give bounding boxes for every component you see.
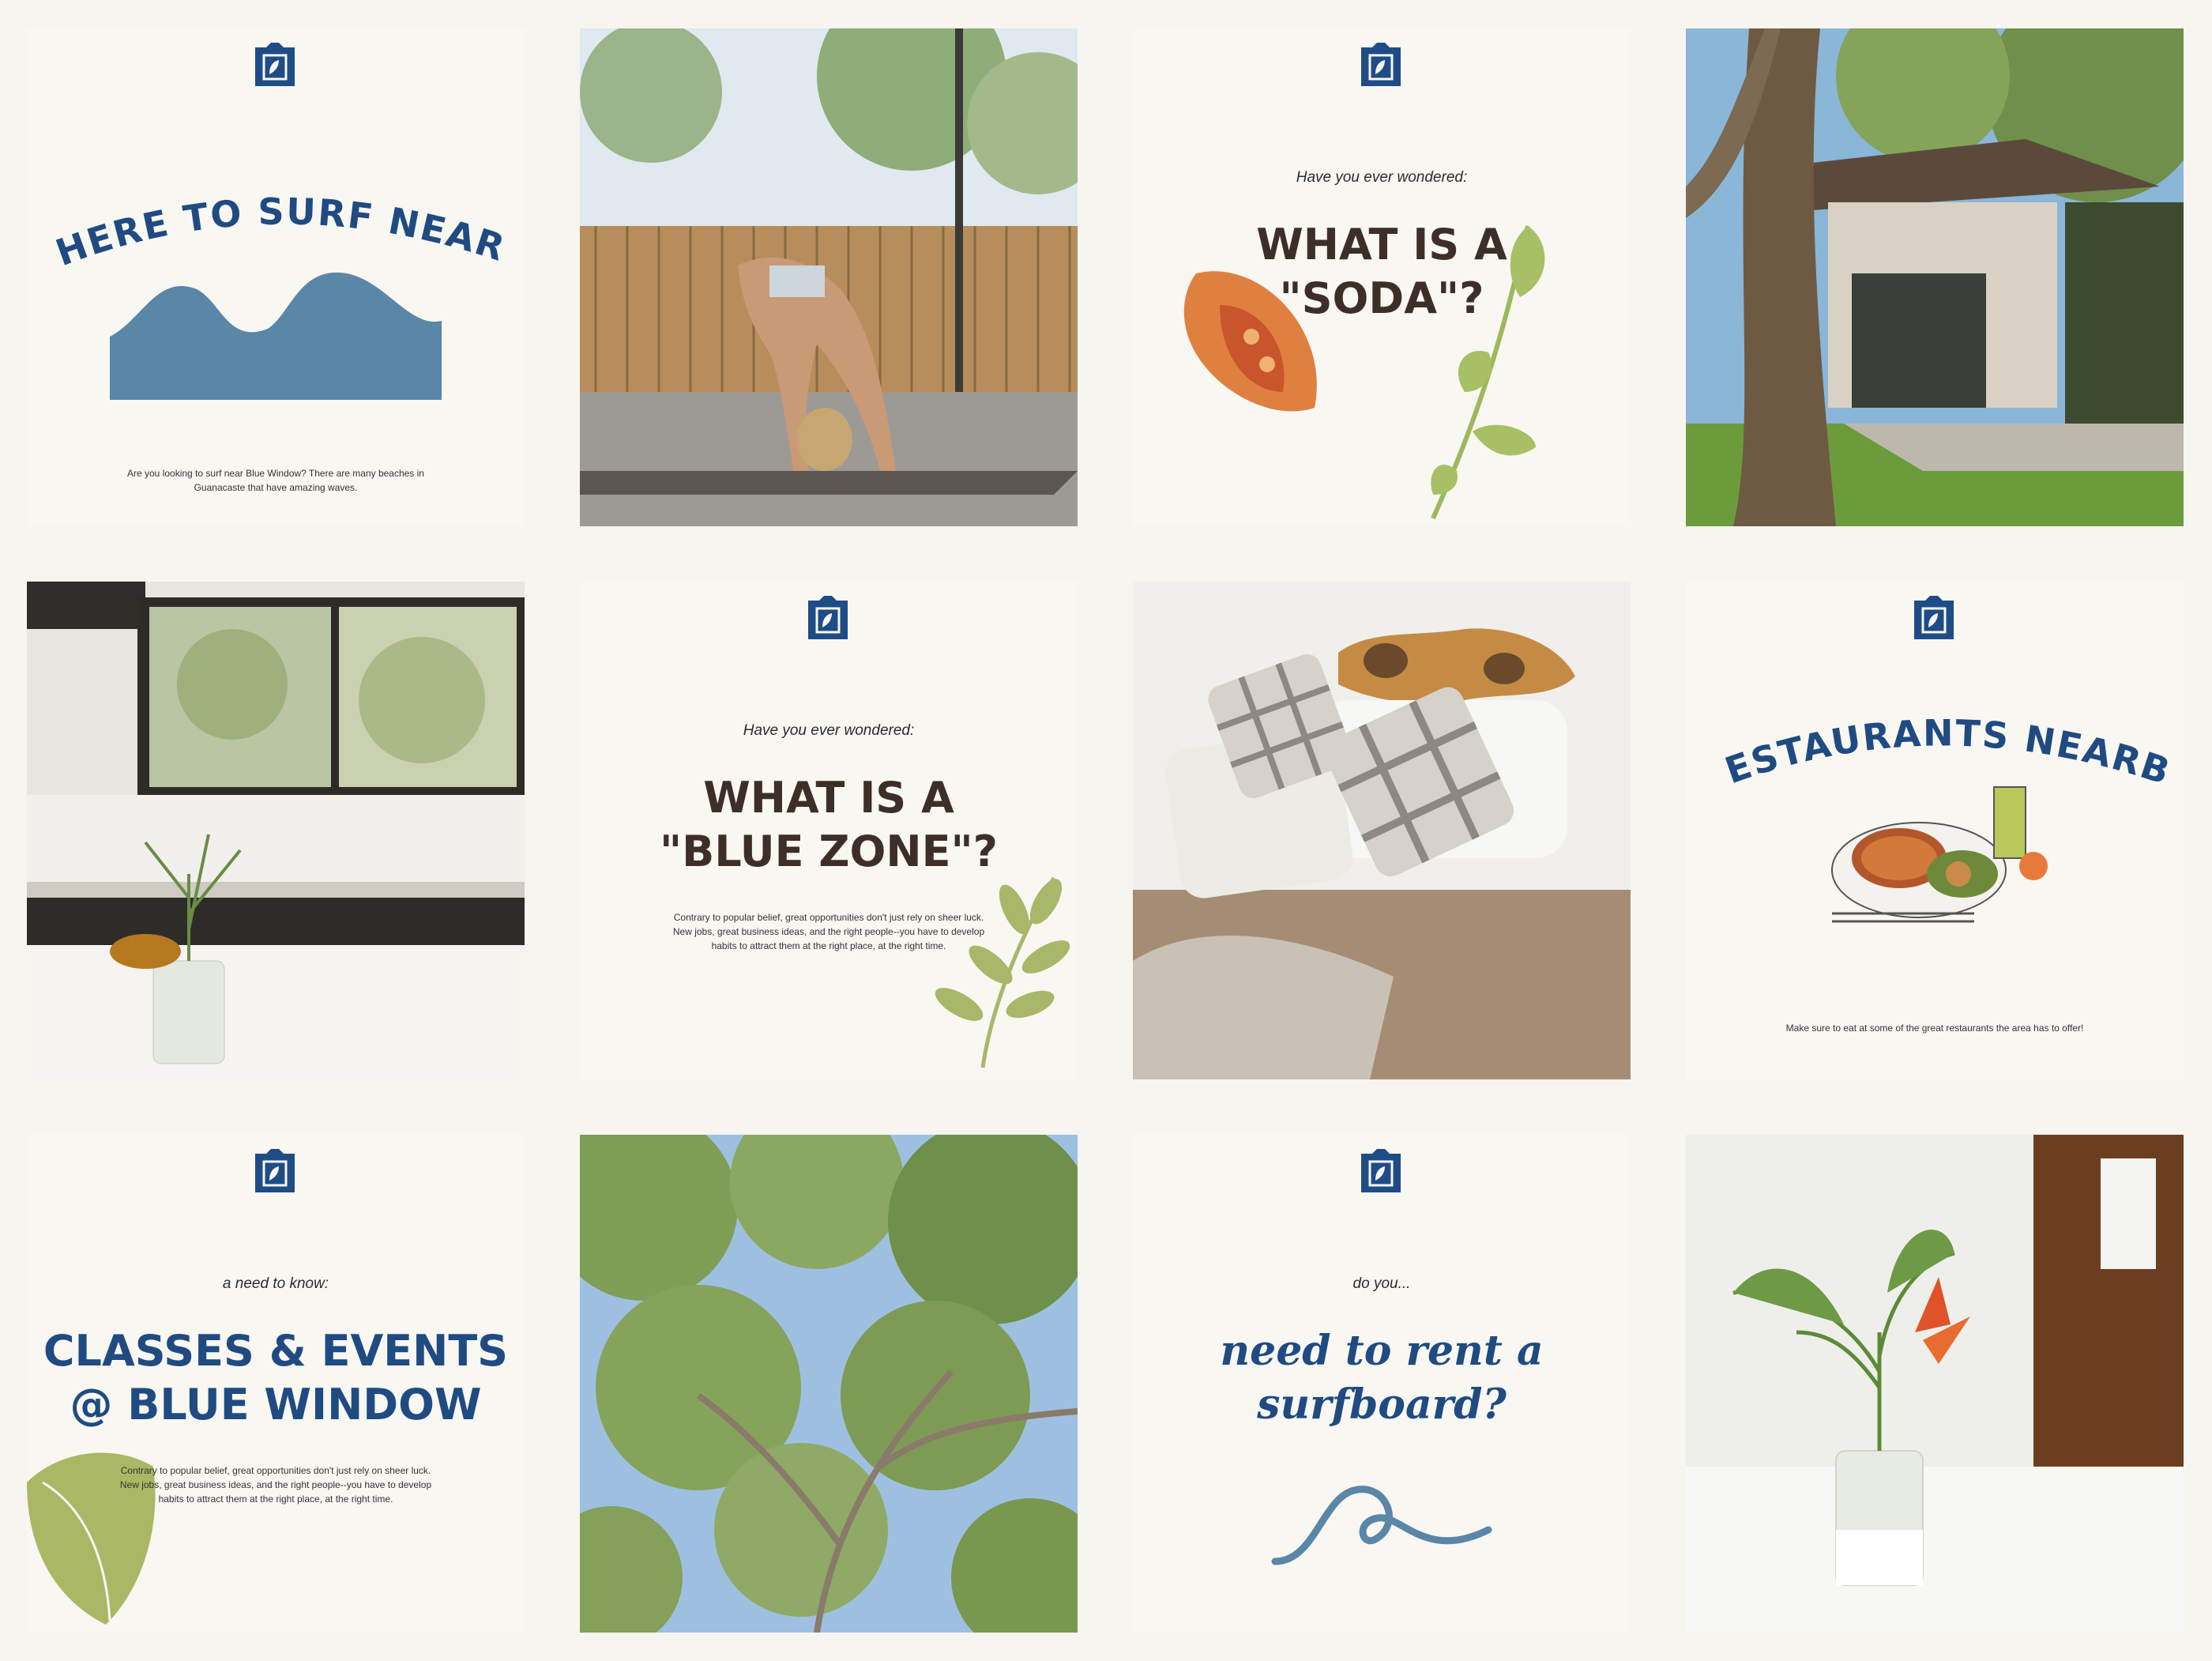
classes-body: Contrary to popular belief, great opport… [119,1465,432,1505]
restaurants-title: RESTAURANTS NEARBY [1702,676,2172,793]
bluezone-title-line1: WHAT IS A [703,773,954,823]
bluezone-card[interactable]: Have you ever wondered: WHAT IS A "BLUE … [580,582,1078,1079]
classes-card[interactable]: a need to know: CLASSES & EVENTS @ BLUE … [27,1135,525,1633]
tomato-icon [1183,271,1317,412]
brand-logo [255,43,295,86]
surfboard-title-line1: need to rent a [1220,1327,1544,1375]
surf-title-arc: WHERE TO SURF NEARBY [43,155,511,273]
surfboard-kicker: do you... [1352,1275,1411,1292]
yoga-photo [580,28,1078,526]
brand-logo [808,596,848,639]
leaf-branch-icon [935,876,1070,1068]
wave-shape-icon [110,272,442,400]
restaurants-title-arc: RESTAURANTS NEARBY [1702,676,2174,793]
surfboard-title-line2: surfboard? [1257,1380,1507,1429]
surfboard-card[interactable]: do you... need to rent a surfboard? [1133,1135,1631,1633]
surf-body: Are you looking to surf near Blue Window… [127,468,424,493]
herb-sprig-icon [1431,225,1545,520]
kitchen-photo [27,582,525,1079]
soda-card[interactable]: Have you ever wondered: WHAT IS A "SODA"… [1133,28,1631,526]
bedroom-photo [1133,582,1631,1079]
tree-canopy-photo [580,1135,1078,1633]
house-photo [1686,28,2184,526]
svg-text:WHERE TO SURF NEARBY: WHERE TO SURF NEARBY [43,155,511,273]
plant-photo [1686,1135,2184,1633]
classes-title-line1: CLASSES & EVENTS [43,1326,509,1376]
bluezone-body: Contrary to popular belief, great opport… [672,912,985,951]
svg-text:RESTAURANTS NEARBY: RESTAURANTS NEARBY [1702,676,2174,793]
brand-logo [1914,596,1954,639]
surf-title: WHERE TO SURF NEARBY [43,155,510,273]
restaurants-card[interactable]: RESTAURANTS NEARBY Make sure to eat at s… [1686,582,2184,1079]
brand-logo [1361,43,1401,86]
classes-kicker: a need to know: [222,1275,329,1292]
meal-plate-icon [1831,786,2048,923]
classes-title-line2: @ BLUE WINDOW [70,1379,482,1429]
brand-logo [255,1149,295,1192]
bluezone-kicker: Have you ever wondered: [743,722,915,739]
brand-logo [1361,1149,1401,1192]
restaurants-body: Make sure to eat at some of the great re… [1785,1023,2084,1034]
wave-line-icon [1271,1486,1492,1565]
soda-kicker: Have you ever wondered: [1296,169,1468,186]
surf-card[interactable]: WHERE TO SURF NEARBY Are you looking to … [27,28,525,526]
